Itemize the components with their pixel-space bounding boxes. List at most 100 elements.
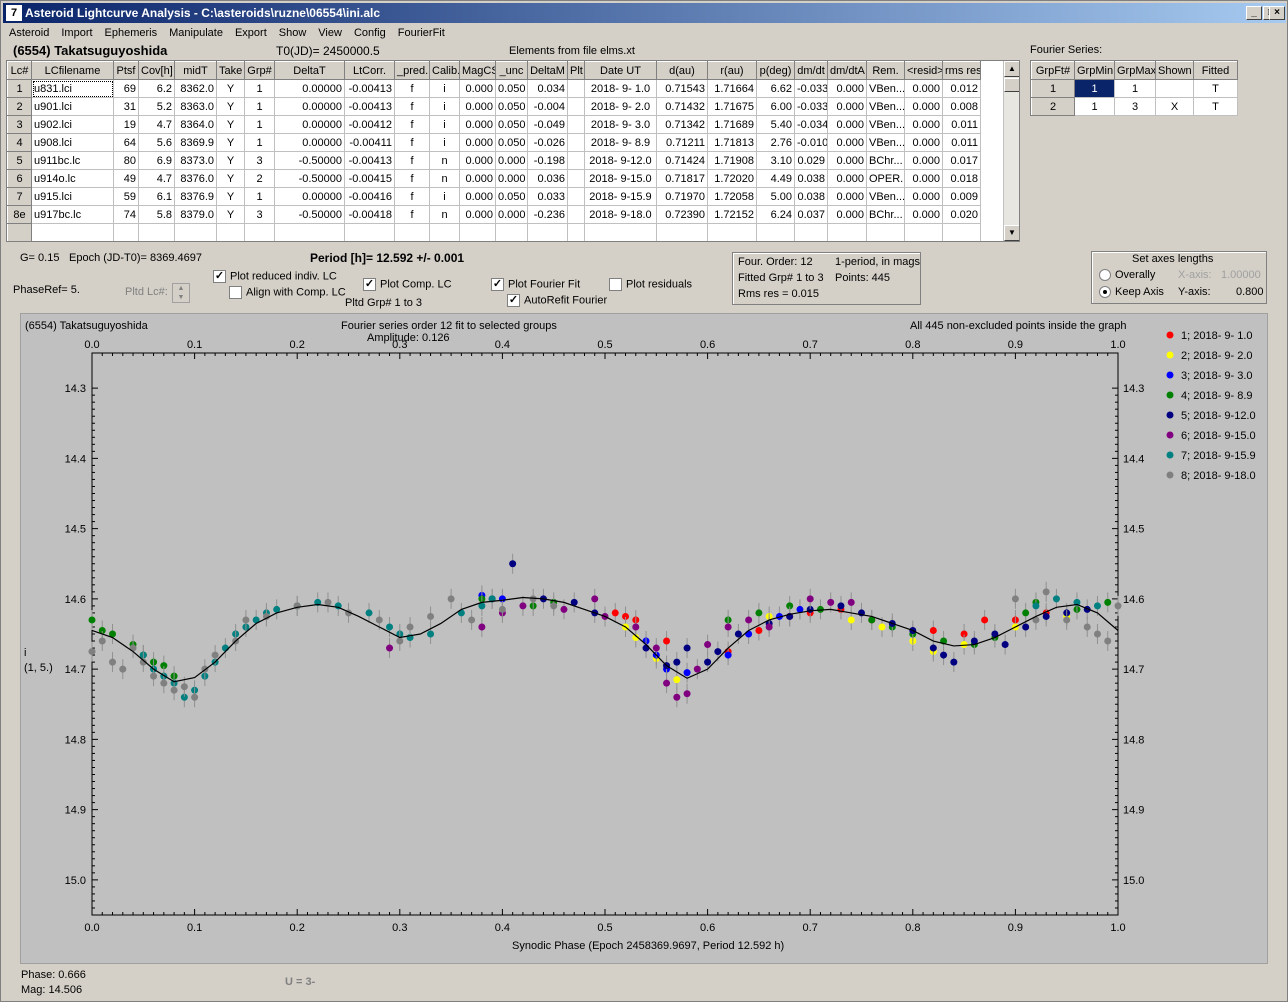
keep-axis-radio[interactable]: Keep Axis	[1099, 286, 1164, 299]
y-axis-input[interactable]: 0.800	[1236, 286, 1264, 298]
plot-fourier-checkbox[interactable]: ✓ Plot Fourier Fit	[491, 278, 580, 291]
table-cell[interactable]: 1.71664	[707, 79, 757, 98]
table-cell[interactable]: 0.000	[827, 205, 867, 224]
table-cell[interactable]: 6.24	[756, 205, 795, 224]
table-cell[interactable]: 0.000	[827, 151, 867, 170]
fourier-cell[interactable]: T	[1193, 79, 1238, 98]
lc-col-header[interactable]: DeltaT	[274, 61, 345, 80]
table-cell[interactable]: 0.012	[942, 79, 981, 98]
table-cell[interactable]: u911bc.lc	[31, 151, 114, 170]
table-cell[interactable]: i	[429, 133, 460, 152]
table-cell[interactable]: Y	[216, 151, 245, 170]
table-cell[interactable]: 0.000	[459, 169, 496, 188]
table-cell[interactable]: 8364.0	[174, 115, 217, 134]
fourier-cell[interactable]: X	[1155, 97, 1194, 116]
table-cell[interactable]: 0.000	[904, 205, 943, 224]
table-cell[interactable]: -0.236	[527, 205, 568, 224]
table-cell[interactable]: 0.000	[459, 133, 496, 152]
minimize-button[interactable]: _	[1246, 6, 1262, 20]
table-cell[interactable]: VBen...	[866, 79, 905, 98]
table-cell[interactable]: u901.lci	[31, 97, 114, 116]
table-cell[interactable]: Y	[216, 187, 245, 206]
table-row[interactable]: 5 u911bc.lc 80 6.9 8373.0 Y 3 -0.50000 -0.00413 f…	[7, 151, 981, 170]
table-cell[interactable]: 0.000	[827, 97, 867, 116]
table-cell[interactable]: 0.000	[904, 97, 943, 116]
table-cell[interactable]: n	[429, 169, 460, 188]
fourier-col-header[interactable]: GrpMax	[1114, 61, 1156, 80]
table-cell[interactable]	[567, 115, 585, 134]
table-cell[interactable]: 4.7	[138, 115, 175, 134]
table-cell[interactable]: u908.lci	[31, 133, 114, 152]
table-cell[interactable]: -0.026	[527, 133, 568, 152]
row-header[interactable]: 3	[7, 115, 32, 134]
table-cell[interactable]: 1	[244, 97, 275, 116]
table-cell[interactable]: i	[429, 115, 460, 134]
table-cell[interactable]: 64	[113, 133, 139, 152]
pltd-lc-spinner[interactable]: ▲ ▼	[172, 283, 190, 303]
table-cell[interactable]	[567, 205, 585, 224]
table-cell[interactable]: -0.010	[794, 133, 828, 152]
table-cell[interactable]: OPER...	[866, 169, 905, 188]
table-cell[interactable]: 0.000	[459, 151, 496, 170]
table-cell[interactable]: VBen...	[866, 187, 905, 206]
x-axis-input[interactable]: 1.00000	[1221, 269, 1261, 281]
table-cell[interactable]: 0.00000	[274, 115, 345, 134]
table-cell[interactable]: 8369.9	[174, 133, 217, 152]
table-cell[interactable]: -0.50000	[274, 169, 345, 188]
table-cell[interactable]: 0.71342	[656, 115, 708, 134]
table-cell[interactable]: 1.71813	[707, 133, 757, 152]
fourier-col-header[interactable]: Fitted	[1193, 61, 1238, 80]
table-cell[interactable]: 0.000	[459, 79, 496, 98]
table-cell[interactable]: 0.71211	[656, 133, 708, 152]
table-cell[interactable]: 0.000	[495, 151, 528, 170]
lc-col-header[interactable]: d(au)	[656, 61, 708, 80]
menu-export[interactable]: Export	[229, 27, 273, 39]
fourier-cell[interactable]	[1155, 79, 1194, 98]
table-cell[interactable]: u831.lci	[31, 79, 114, 98]
table-cell[interactable]: f	[394, 133, 430, 152]
table-cell[interactable]: 0.050	[495, 115, 528, 134]
table-cell[interactable]: 0.038	[794, 187, 828, 206]
lc-col-header[interactable]: Date UT	[584, 61, 657, 80]
lc-col-header[interactable]: MagCS	[459, 61, 496, 80]
title-bar[interactable]: 7 Asteroid Lightcurve Analysis - C:\aste…	[3, 3, 1286, 23]
table-cell[interactable]: -0.049	[527, 115, 568, 134]
table-cell[interactable]: 0.000	[904, 133, 943, 152]
table-cell[interactable]: 8363.0	[174, 97, 217, 116]
table-cell[interactable]: -0.00413	[344, 151, 395, 170]
table-cell[interactable]: -0.00418	[344, 205, 395, 224]
table-cell[interactable]: 0.020	[942, 205, 981, 224]
table-cell[interactable]: 0.000	[459, 187, 496, 206]
table-row[interactable]: 6 u914o.lc 49 4.7 8376.0 Y 2 -0.50000 -0.00415 f n…	[7, 169, 981, 188]
table-cell[interactable]: 8379.0	[174, 205, 217, 224]
table-cell[interactable]: 0.050	[495, 187, 528, 206]
table-cell[interactable]: 1.71908	[707, 151, 757, 170]
table-cell[interactable]: 2018- 9- 3.0	[584, 115, 657, 134]
table-cell[interactable]: 0.71970	[656, 187, 708, 206]
lc-col-header[interactable]: Lc#	[7, 61, 32, 80]
close-button[interactable]: ×	[1269, 6, 1285, 20]
table-cell[interactable]: 6.2	[138, 79, 175, 98]
menu-config[interactable]: Config	[348, 27, 392, 39]
table-cell[interactable]: -0.004	[527, 97, 568, 116]
autorefit-checkbox[interactable]: ✓ AutoRefit Fourier	[507, 294, 607, 307]
fourier-cell[interactable]: 1	[1114, 79, 1156, 98]
table-cell[interactable]: 8362.0	[174, 79, 217, 98]
table-cell[interactable]	[567, 169, 585, 188]
table-cell[interactable]: 2.76	[756, 133, 795, 152]
table-cell[interactable]: 0.71424	[656, 151, 708, 170]
scroll-down-icon[interactable]: ▼	[1004, 225, 1019, 241]
table-row[interactable]: 1 u831.lci 69 6.2 8362.0 Y 1 0.00000 -0.00413 f i 0…	[7, 79, 981, 98]
table-cell[interactable]: 59	[113, 187, 139, 206]
table-cell[interactable]: f	[394, 205, 430, 224]
table-cell[interactable]: 1	[244, 133, 275, 152]
table-cell[interactable]: 2018- 9-12.0	[584, 151, 657, 170]
table-cell[interactable]: 3	[244, 151, 275, 170]
table-cell[interactable]: 1.72152	[707, 205, 757, 224]
lc-col-header[interactable]: _pred.	[394, 61, 430, 80]
lc-col-header[interactable]: dm/dtA	[827, 61, 867, 80]
lightcurve-plot-panel[interactable]: (6554) Takatsuguyoshida Fourier series o…	[20, 313, 1268, 964]
table-cell[interactable]: 19	[113, 115, 139, 134]
lc-col-header[interactable]: r(au)	[707, 61, 757, 80]
empty-row[interactable]	[7, 223, 981, 241]
